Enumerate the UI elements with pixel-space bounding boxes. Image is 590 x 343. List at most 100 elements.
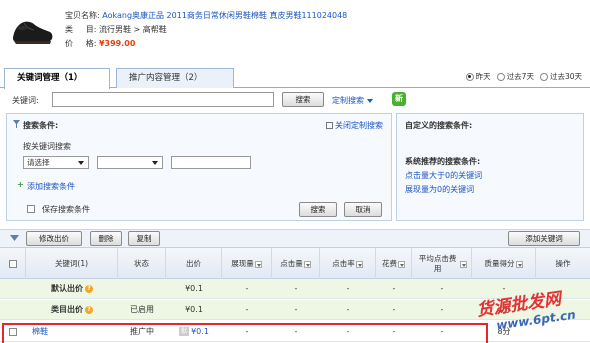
save-condition-checkbox[interactable] bbox=[27, 205, 35, 213]
row-keyword-cell: 默认出价? bbox=[26, 279, 118, 299]
product-price-label: 价 格: bbox=[65, 39, 97, 48]
help-icon[interactable]: ? bbox=[85, 305, 93, 314]
close-icon bbox=[326, 122, 333, 129]
row-avg-cpc: - bbox=[440, 284, 444, 293]
chevron-down-icon bbox=[152, 161, 158, 165]
save-condition-label: 保存搜索条件 bbox=[42, 205, 90, 214]
custom-conditions-panel: 自定义的搜索条件: 系统推荐的搜索条件: 点击量大于0的关键词 展现量为0的关键… bbox=[396, 113, 584, 221]
product-name-label: 宝贝名称: bbox=[65, 11, 100, 20]
tab-bar: 关键词管理（1） 推广内容管理（2） 昨天 过去7天 过去30天 bbox=[0, 66, 590, 89]
th-status[interactable]: 状态 bbox=[118, 248, 166, 280]
th-actions: 操作 bbox=[555, 259, 571, 268]
th-cost-label: 花费 bbox=[382, 259, 397, 268]
product-price-line: 价 格: ¥399.00 bbox=[65, 38, 135, 49]
condition-operator-select[interactable] bbox=[97, 156, 163, 169]
by-keyword-label: 按关键词搜索 bbox=[23, 142, 71, 151]
radio-past-30-days[interactable]: 过去30天 bbox=[539, 71, 582, 82]
radio-yesterday[interactable]: 昨天 bbox=[465, 71, 491, 82]
copy-button[interactable]: 复制 bbox=[128, 231, 160, 246]
product-category-label: 类 目: bbox=[65, 25, 97, 34]
product-name-link[interactable]: Aokang奥康正品 2011商务日常休闲男鞋棉鞋 真皮男鞋111024048 bbox=[102, 11, 347, 20]
row-clicks: - bbox=[294, 284, 298, 293]
keyword-table-toolbar: 修改出价 删除 复制 添加关键词 bbox=[0, 229, 590, 247]
modify-bid-button[interactable]: 修改出价 bbox=[26, 231, 82, 246]
condition-field-select[interactable]: 请选择 bbox=[23, 156, 89, 169]
radio-yesterday-label: 昨天 bbox=[475, 72, 491, 81]
chevron-down-icon bbox=[366, 98, 373, 103]
search-conditions-title: 搜索条件: bbox=[23, 121, 59, 130]
th-impressions[interactable]: 展现量 bbox=[222, 248, 272, 280]
row-keyword: 默认出价 bbox=[51, 284, 83, 293]
keyword-search-button[interactable]: 搜索 bbox=[282, 92, 324, 107]
highlight-annotation bbox=[2, 323, 488, 343]
date-range-radios: 昨天 过去7天 过去30天 bbox=[465, 71, 582, 82]
product-name-line: 宝贝名称: Aokang奥康正品 2011商务日常休闲男鞋棉鞋 真皮男鞋1110… bbox=[65, 10, 347, 21]
product-category-line: 类 目: 流行男鞋 > 高帮鞋 bbox=[65, 24, 167, 35]
product-price: ¥399.00 bbox=[98, 39, 136, 48]
th-bid[interactable]: 出价 bbox=[166, 248, 222, 280]
add-search-condition-link[interactable]: 添加搜索条件 bbox=[27, 181, 75, 192]
row-impressions: - bbox=[245, 305, 249, 314]
th-quality-score[interactable]: 质量得分 bbox=[472, 248, 536, 280]
row-bid[interactable]: ¥0.1 bbox=[166, 300, 222, 320]
sort-icon bbox=[303, 260, 311, 268]
sort-icon bbox=[398, 260, 405, 268]
radio-past-30-days-label: 过去30天 bbox=[549, 72, 582, 81]
keyword-label: 关键词: bbox=[12, 96, 39, 105]
custom-conditions-title: 自定义的搜索条件: bbox=[405, 121, 473, 130]
recommended-condition-item[interactable]: 展现量为0的关键词 bbox=[405, 184, 474, 195]
row-clicks: - bbox=[294, 305, 298, 314]
add-keyword-button[interactable]: 添加关键词 bbox=[508, 231, 580, 246]
recommended-conditions-title: 系统推荐的搜索条件: bbox=[405, 157, 481, 166]
row-ctr: - bbox=[346, 305, 350, 314]
row-cost: - bbox=[392, 305, 396, 314]
row-status: 已启用 bbox=[130, 305, 154, 314]
radio-selected-icon bbox=[465, 72, 474, 81]
select-all-cell bbox=[0, 248, 26, 280]
th-keyword[interactable]: 关键词(1) bbox=[26, 248, 118, 280]
collapse-arrow-icon[interactable] bbox=[10, 234, 19, 244]
radio-past-7-days-label: 过去7天 bbox=[506, 72, 534, 81]
delete-button[interactable]: 删除 bbox=[90, 231, 122, 246]
row-keyword: 类目出价 bbox=[51, 305, 83, 314]
radio-unselected-icon bbox=[496, 72, 505, 81]
close-custom-search-link[interactable]: 关闭定制搜索 bbox=[326, 120, 383, 131]
row-status bbox=[118, 279, 166, 299]
condition-cancel-button[interactable]: 取消 bbox=[344, 202, 382, 217]
custom-search-link-label: 定制搜索 bbox=[332, 96, 364, 105]
row-impressions: - bbox=[245, 284, 249, 293]
radio-unselected-icon bbox=[539, 72, 548, 81]
condition-field-select-value: 请选择 bbox=[27, 158, 50, 167]
radio-past-7-days[interactable]: 过去7天 bbox=[496, 71, 534, 82]
help-icon[interactable]: ? bbox=[85, 284, 93, 293]
condition-value-input[interactable] bbox=[171, 156, 251, 169]
filter-icon bbox=[13, 120, 20, 128]
condition-search-button[interactable]: 搜索 bbox=[299, 202, 337, 217]
th-avg-cpc-label: 平均点击费用 bbox=[418, 254, 457, 273]
th-avg-cpc[interactable]: 平均点击费用 bbox=[412, 248, 472, 280]
row-cost: - bbox=[392, 284, 396, 293]
th-ctr[interactable]: 点击率 bbox=[320, 248, 376, 280]
product-header: 宝贝名称: Aokang奥康正品 2011商务日常休闲男鞋棉鞋 真皮男鞋1110… bbox=[0, 0, 590, 60]
sort-icon bbox=[254, 260, 262, 268]
custom-search-link[interactable]: 定制搜索 bbox=[332, 95, 373, 106]
row-bid[interactable]: ¥0.1 bbox=[166, 279, 222, 299]
recommended-condition-item[interactable]: 点击量大于0的关键词 bbox=[405, 170, 482, 181]
th-quality-score-label: 质量得分 bbox=[484, 259, 515, 268]
select-all-checkbox[interactable] bbox=[8, 260, 17, 268]
tab-content-management[interactable]: 推广内容管理（2） bbox=[116, 68, 234, 88]
keyword-search-input[interactable] bbox=[52, 92, 274, 107]
th-clicks-label: 点击量 bbox=[280, 259, 303, 268]
plus-icon: + bbox=[17, 180, 24, 189]
th-cost[interactable]: 花费 bbox=[376, 248, 412, 280]
product-category: 流行男鞋 > 高帮鞋 bbox=[98, 25, 167, 34]
th-ctr-label: 点击率 bbox=[332, 259, 355, 268]
th-clicks[interactable]: 点击量 bbox=[272, 248, 320, 280]
sort-icon bbox=[355, 260, 363, 268]
close-custom-search-label: 关闭定制搜索 bbox=[335, 121, 383, 130]
chevron-down-icon bbox=[78, 161, 84, 165]
sort-icon bbox=[460, 260, 467, 268]
tab-keyword-management[interactable]: 关键词管理（1） bbox=[4, 68, 110, 89]
row-keyword-cell: 类目出价? bbox=[26, 300, 118, 320]
search-conditions-panel: 搜索条件: 关闭定制搜索 按关键词搜索 请选择 + 添加搜索条件 保存搜索条件 … bbox=[6, 113, 392, 221]
